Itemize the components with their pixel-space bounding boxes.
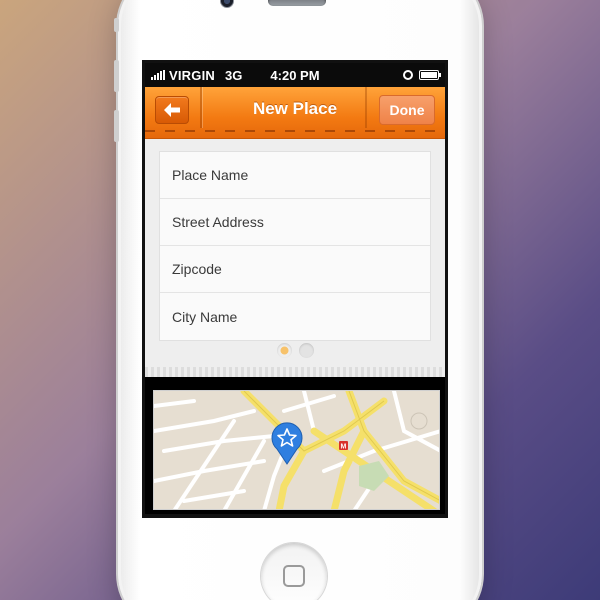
volume-up-button <box>114 60 119 92</box>
status-bar: VIRGIN 3G 4:20 PM <box>145 63 445 87</box>
location-pin[interactable] <box>270 421 304 465</box>
page-title: New Place <box>252 99 338 118</box>
back-button[interactable] <box>155 96 189 124</box>
page-dot-2[interactable] <box>298 343 314 358</box>
alarm-icon <box>403 70 413 80</box>
battery-icon <box>419 70 441 80</box>
carrier-name: VIRGIN <box>169 67 215 83</box>
home-button[interactable] <box>261 543 327 600</box>
form-panel <box>145 139 445 377</box>
done-button[interactable]: Done <box>379 95 435 125</box>
city-name-row <box>160 293 430 340</box>
nav-divider <box>365 87 367 128</box>
street-address-row <box>160 199 430 246</box>
street-address-input[interactable] <box>172 214 430 230</box>
phone-screen: VIRGIN 3G 4:20 PM New Place Done Place N… <box>142 60 448 518</box>
new-place-form <box>159 151 431 341</box>
page-indicator <box>145 343 445 358</box>
signal-strength-icon <box>151 70 165 80</box>
torn-paper-edge <box>145 367 445 377</box>
earpiece-speaker <box>268 0 326 6</box>
navigation-bar: New Place Done <box>145 87 445 139</box>
home-square-icon <box>283 565 305 587</box>
mute-switch <box>114 18 119 32</box>
nav-divider <box>200 87 202 128</box>
zipcode-input[interactable] <box>172 261 430 277</box>
svg-text:M: M <box>341 444 347 451</box>
place-name-row <box>160 152 430 199</box>
screen-bottom-edge <box>145 514 445 515</box>
map-view[interactable]: M <box>153 390 440 510</box>
zipcode-row <box>160 246 430 293</box>
volume-down-button <box>114 110 119 142</box>
arrow-left-icon <box>164 103 180 117</box>
place-name-input[interactable] <box>172 167 430 183</box>
city-name-input[interactable] <box>172 308 430 325</box>
page-dot-1[interactable] <box>276 343 292 358</box>
network-type: 3G <box>224 67 243 83</box>
